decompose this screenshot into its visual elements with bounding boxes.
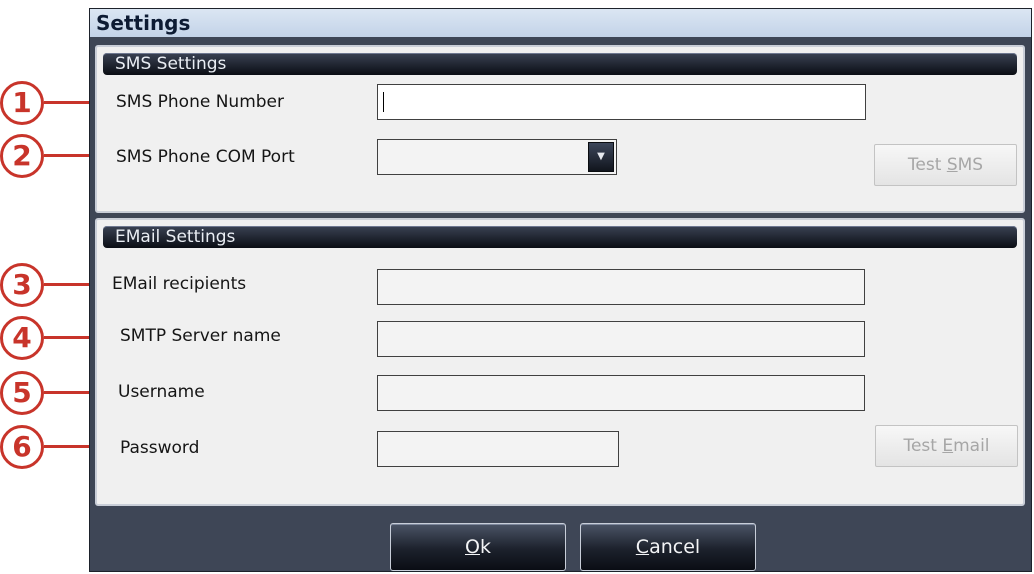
callout-1: 1: [0, 81, 44, 125]
username-input[interactable]: [377, 375, 865, 411]
test-email-label-pre: Test: [903, 436, 943, 456]
test-sms-label-pre: Test: [907, 155, 947, 175]
callout-2: 2: [0, 134, 44, 178]
smtp-server-label: SMTP Server name: [120, 326, 281, 346]
callout-3: 3: [0, 263, 44, 307]
test-sms-label-post: MS: [957, 155, 984, 175]
cancel-button[interactable]: Cancel: [580, 523, 756, 571]
email-settings-header: EMail Settings: [103, 226, 1017, 248]
test-sms-label-key: S: [946, 155, 958, 175]
password-input[interactable]: [377, 431, 619, 467]
test-email-label-post: mail: [953, 436, 990, 456]
callout-4: 4: [0, 316, 44, 360]
smtp-server-input[interactable]: [377, 321, 865, 357]
settings-dialog: Settings SMS Settings SMS Phone Number S…: [89, 8, 1032, 572]
test-email-button[interactable]: Test Email: [875, 425, 1018, 467]
chevron-down-icon[interactable]: ▼: [588, 142, 614, 172]
sms-settings-group: SMS Settings SMS Phone Number SMS Phone …: [95, 45, 1025, 213]
sms-phone-number-input[interactable]: [377, 84, 866, 120]
cancel-label-post: ancel: [649, 536, 701, 558]
password-label: Password: [120, 438, 200, 458]
email-recipients-label: EMail recipients: [112, 274, 247, 294]
email-recipients-input[interactable]: [377, 269, 865, 305]
callout-5: 5: [0, 371, 44, 415]
sms-com-port-select[interactable]: ▼: [377, 139, 617, 175]
text-caret: [383, 92, 384, 112]
sms-com-port-label: SMS Phone COM Port: [116, 147, 295, 167]
email-settings-group: EMail Settings EMail recipients SMTP Ser…: [95, 218, 1025, 506]
sms-settings-header: SMS Settings: [103, 53, 1017, 75]
cancel-label-key: C: [635, 536, 650, 558]
test-email-label-key: E: [942, 436, 954, 456]
sms-phone-number-label: SMS Phone Number: [116, 92, 285, 112]
callout-6: 6: [0, 425, 44, 469]
ok-button[interactable]: Ok: [390, 523, 566, 571]
ok-label-post: k: [479, 536, 491, 558]
test-sms-button[interactable]: Test SMS: [874, 144, 1017, 186]
window-title: Settings: [90, 9, 1031, 37]
ok-label-key: O: [465, 536, 480, 558]
username-label: Username: [118, 382, 205, 402]
